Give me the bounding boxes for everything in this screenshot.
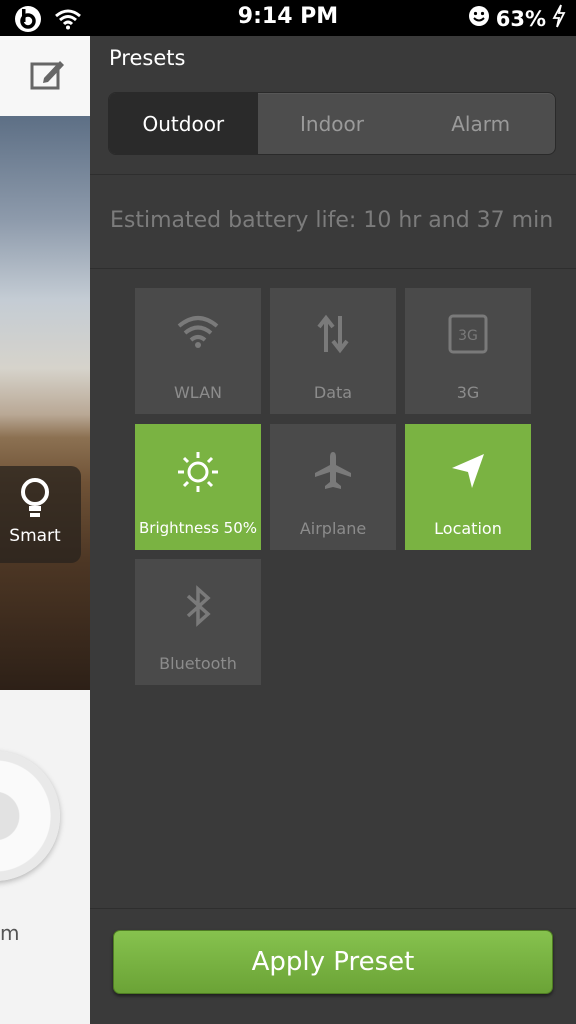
tile-wlan[interactable]: WLAN bbox=[135, 288, 261, 414]
charging-bolt-icon bbox=[552, 4, 566, 33]
status-bar: 9:14 PM 63% bbox=[0, 0, 576, 36]
card-bottom-text: m bbox=[0, 921, 20, 945]
location-arrow-icon bbox=[405, 450, 531, 490]
3g-icon: 3G bbox=[405, 314, 531, 354]
svg-text:3G: 3G bbox=[458, 328, 478, 344]
divider bbox=[90, 908, 576, 909]
tab-indoor[interactable]: Indoor bbox=[258, 93, 407, 154]
wifi-icon bbox=[135, 314, 261, 350]
tile-bluetooth[interactable]: Bluetooth bbox=[135, 559, 261, 685]
tile-label: Brightness 50% bbox=[138, 519, 257, 537]
tile-3g[interactable]: 3G 3G bbox=[405, 288, 531, 414]
apply-preset-button[interactable]: Apply Preset bbox=[113, 930, 553, 994]
tab-alarm[interactable]: Alarm bbox=[406, 93, 555, 154]
divider bbox=[90, 174, 576, 175]
tile-label: Data bbox=[313, 383, 353, 402]
panel-title: Presets bbox=[109, 46, 186, 70]
smart-button[interactable]: Smart bbox=[0, 466, 81, 563]
tile-label: Location bbox=[434, 519, 502, 538]
data-arrows-icon bbox=[270, 314, 396, 354]
lightbulb-icon bbox=[17, 476, 53, 524]
tile-data[interactable]: Data bbox=[270, 288, 396, 414]
presets-panel: Presets Outdoor Indoor Alarm Estimated b… bbox=[90, 36, 576, 1024]
tile-label: WLAN bbox=[173, 383, 222, 402]
preset-tabs: Outdoor Indoor Alarm bbox=[108, 92, 556, 155]
smiley-icon bbox=[468, 5, 490, 32]
divider bbox=[90, 268, 576, 269]
smart-label: Smart bbox=[9, 526, 61, 546]
tile-label: 3G bbox=[456, 383, 480, 402]
tile-location[interactable]: Location bbox=[405, 424, 531, 550]
card-header bbox=[0, 36, 90, 116]
landscape-photo bbox=[0, 116, 90, 690]
airplane-icon bbox=[270, 450, 396, 490]
bluetooth-icon bbox=[135, 585, 261, 627]
dial-control[interactable] bbox=[0, 751, 60, 881]
tab-outdoor[interactable]: Outdoor bbox=[109, 93, 258, 154]
tile-label: Bluetooth bbox=[159, 654, 237, 673]
tile-brightness[interactable]: Brightness 50% bbox=[135, 424, 261, 550]
compose-icon[interactable] bbox=[30, 58, 66, 94]
tile-label: Airplane bbox=[299, 519, 367, 538]
background-app-card[interactable]: Smart m bbox=[0, 36, 90, 1024]
tile-airplane[interactable]: Airplane bbox=[270, 424, 396, 550]
battery-percent: 63% bbox=[495, 6, 546, 31]
battery-estimate: Estimated battery life: 10 hr and 37 min bbox=[110, 208, 554, 233]
sun-icon bbox=[135, 450, 261, 494]
